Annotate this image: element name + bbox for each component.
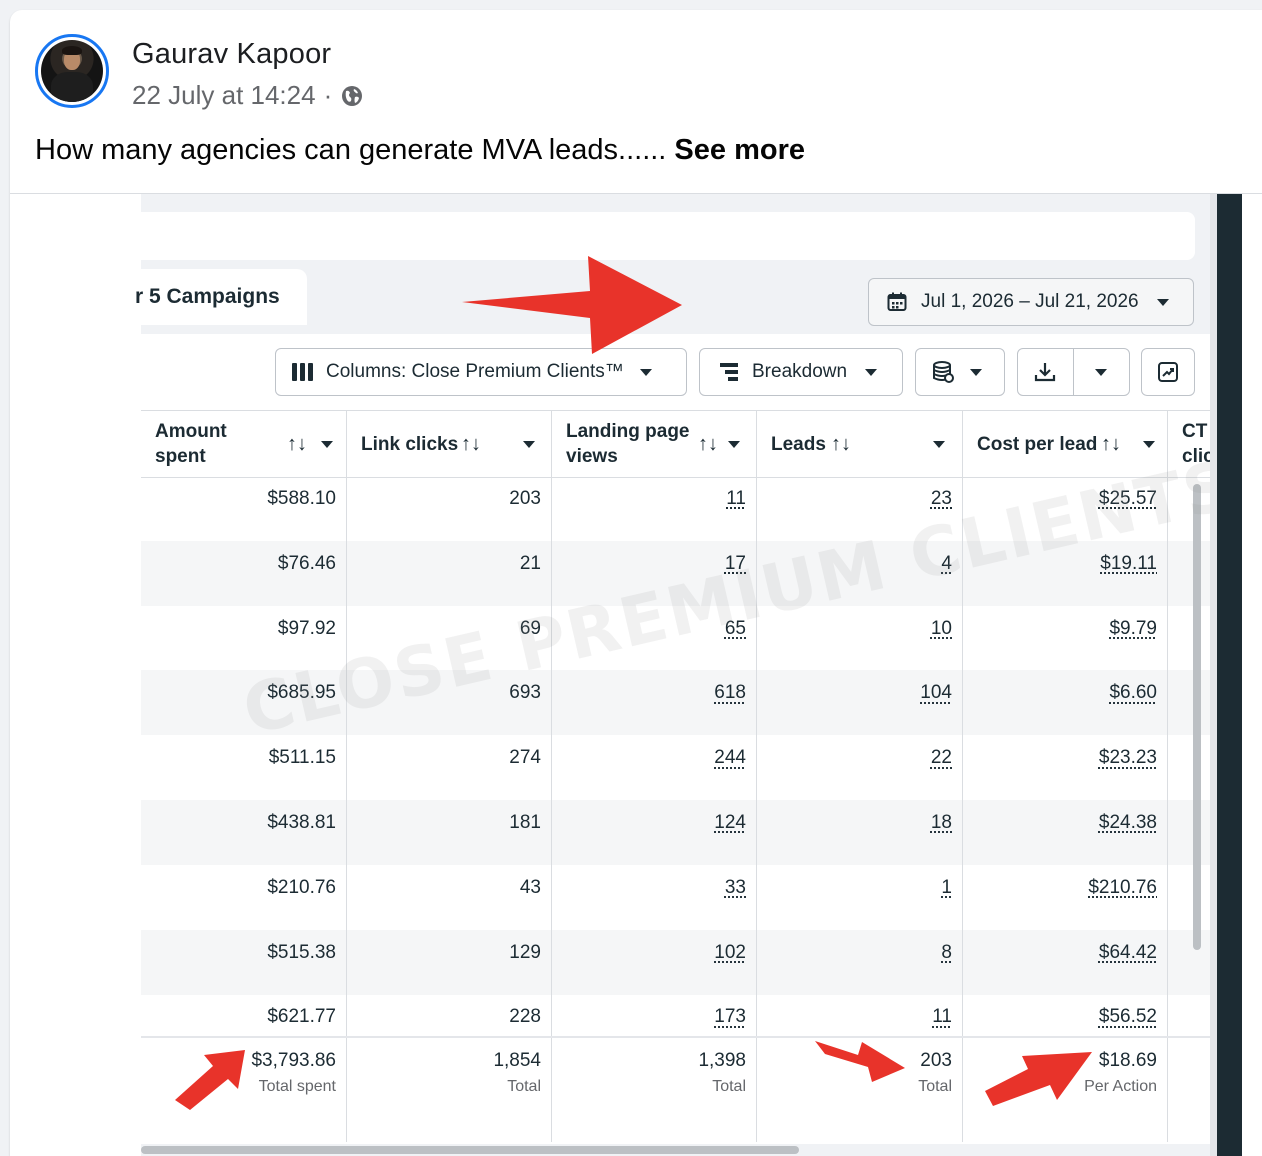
arrow-icon bbox=[462, 256, 682, 354]
globe-icon[interactable] bbox=[340, 84, 364, 108]
post-text: How many agencies can generate MVA leads… bbox=[35, 134, 805, 167]
facebook-post-card: Gaurav Kapoor 22 July at 14:24 · How man… bbox=[10, 10, 1262, 1156]
meta-separator: · bbox=[323, 80, 333, 110]
post-body: How many agencies can generate MVA leads… bbox=[35, 134, 667, 166]
author-name[interactable]: Gaurav Kapoor bbox=[132, 38, 331, 71]
post-image[interactable]: r 5 Campaigns Jul 1, 2026 – Jul 21, 2026 bbox=[10, 194, 1262, 1156]
arrow-icon bbox=[175, 1050, 245, 1110]
post-timestamp[interactable]: 22 July at 14:24 bbox=[132, 80, 316, 111]
avatar[interactable] bbox=[35, 34, 109, 108]
avatar-photo bbox=[41, 40, 103, 102]
post-meta: 22 July at 14:24 · bbox=[132, 80, 364, 111]
see-more-link[interactable]: See more bbox=[674, 134, 805, 166]
annotation-arrows bbox=[175, 256, 1092, 1110]
arrow-icon bbox=[815, 1041, 905, 1082]
arrow-icon bbox=[985, 1052, 1092, 1106]
